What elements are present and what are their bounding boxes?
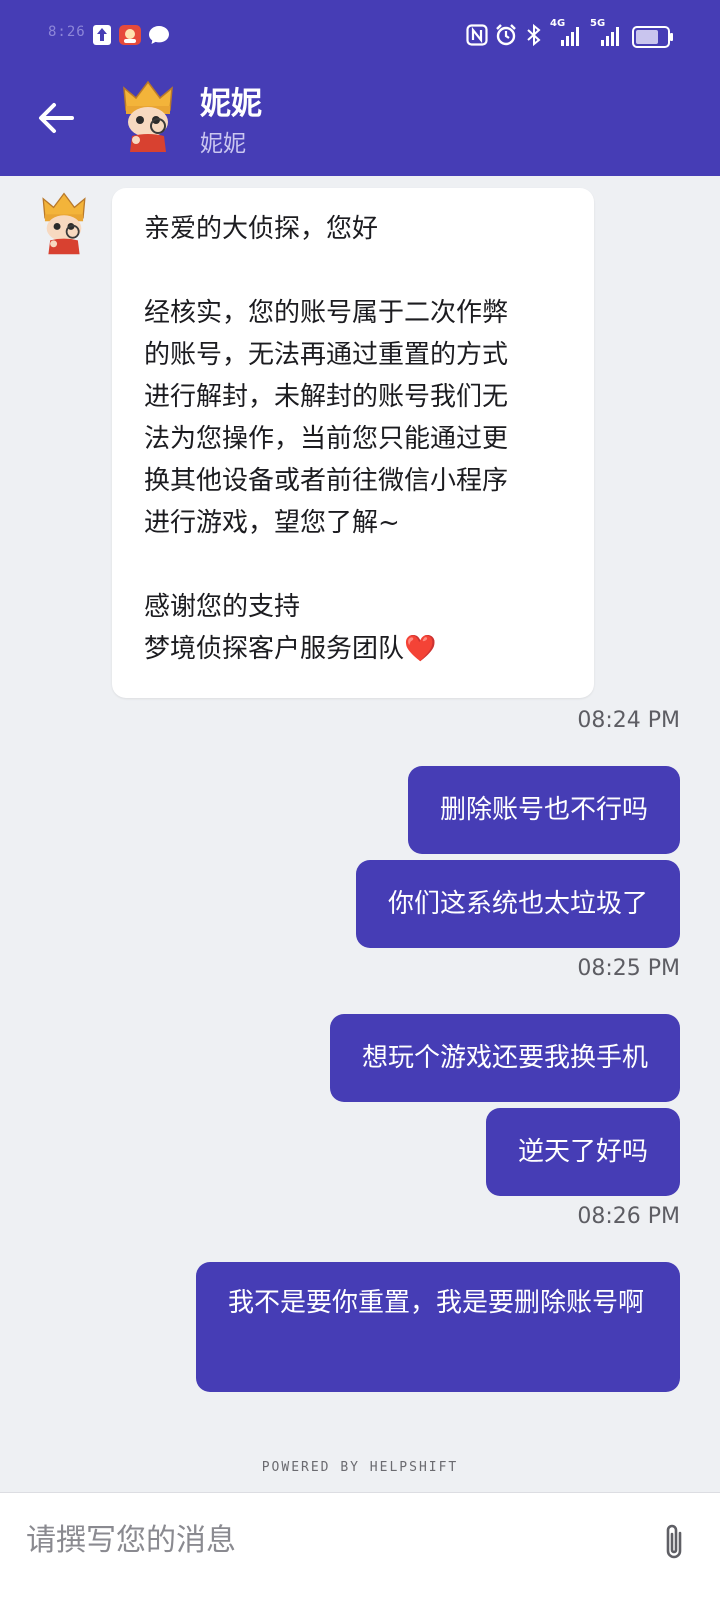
- bluetooth-icon: [527, 23, 541, 47]
- nfc-icon: [466, 24, 488, 46]
- battery-icon: [632, 26, 673, 48]
- message-signature-line: 梦境侦探客户服务团队❤️: [144, 628, 564, 670]
- chat-subtitle: 妮妮: [200, 131, 246, 157]
- heart-emoji: ❤️: [404, 634, 437, 664]
- outgoing-message-bubble[interactable]: 想玩个游戏还要我换手机: [329, 1014, 680, 1102]
- message-icon: [149, 26, 169, 44]
- message-text: 删除账号也不行吗: [439, 795, 648, 825]
- message-line: 感谢您的支持: [144, 592, 301, 622]
- message-composer: [0, 1492, 720, 1600]
- message-input[interactable]: [26, 1515, 626, 1565]
- app-header: 8:26 4G 5G 妮妮 妮妮: [0, 0, 720, 176]
- message-text: 想玩个游戏还要我换手机: [361, 1043, 648, 1073]
- back-button[interactable]: [34, 96, 78, 140]
- message-timestamp: 08:25 PM: [577, 956, 680, 981]
- message-line: 法为您操作，当前您只能通过更: [144, 424, 509, 454]
- outgoing-message-bubble[interactable]: 删除账号也不行吗: [407, 766, 680, 854]
- bot-avatar: [42, 192, 86, 255]
- incoming-message-bubble[interactable]: 亲爱的大侦探，您好 经核实，您的账号属于二次作弊 的账号，无法再通过重置的方式 …: [112, 188, 594, 698]
- signal-icon: [561, 27, 579, 46]
- message-line: 梦境侦探客户服务团队: [144, 634, 405, 664]
- outgoing-message-bubble[interactable]: 逆天了好吗: [485, 1108, 680, 1196]
- message-line: 经核实，您的账号属于二次作弊: [144, 298, 509, 328]
- paperclip-icon[interactable]: [658, 1521, 690, 1563]
- message-line: 换其他设备或者前往微信小程序: [144, 466, 509, 496]
- message-line: 的账号，无法再通过重置的方式: [144, 340, 509, 370]
- alarm-icon: [496, 24, 516, 46]
- message-timestamp: 08:26 PM: [577, 1204, 680, 1229]
- message-text: 逆天了好吗: [517, 1137, 648, 1167]
- upload-icon: [93, 25, 111, 45]
- message-line: 进行解封，未解封的账号我们无: [144, 382, 509, 412]
- message-line: 进行游戏，望您了解~: [144, 508, 400, 538]
- chat-title: 妮妮: [200, 86, 262, 122]
- outgoing-message-bubble[interactable]: 我不是要你重置，我是要删除账号啊: [196, 1262, 680, 1392]
- message-text: 你们这系统也太垃圾了: [387, 889, 648, 919]
- signal-icon-2: [601, 27, 619, 46]
- app-notification-icon: [119, 25, 141, 45]
- agent-avatar[interactable]: [118, 80, 178, 152]
- status-bar: 8:26 4G 5G: [0, 16, 720, 56]
- message-text: 我不是要你重置，我是要删除账号啊: [228, 1288, 645, 1318]
- arrow-left-icon: [39, 103, 74, 133]
- status-icons: 4G 5G: [466, 18, 676, 50]
- status-time: 8:26: [48, 24, 86, 40]
- outgoing-message-bubble[interactable]: 你们这系统也太垃圾了: [355, 860, 680, 948]
- message-timestamp: 08:24 PM: [577, 708, 680, 733]
- powered-by-label: POWERED BY HELPSHIFT: [261, 1460, 459, 1475]
- message-line: 亲爱的大侦探，您好: [144, 214, 379, 244]
